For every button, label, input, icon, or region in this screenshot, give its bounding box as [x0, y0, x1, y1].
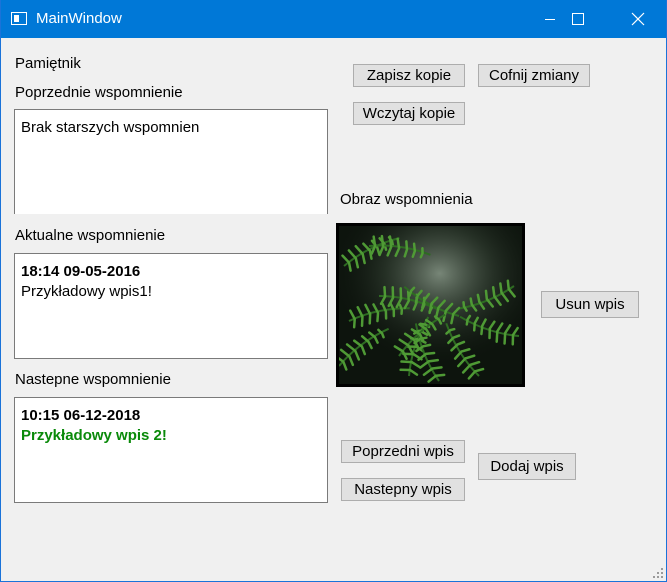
- load-copy-button[interactable]: Wczytaj kopie: [353, 102, 465, 125]
- memory-image: [336, 223, 525, 387]
- previous-memory-textbox[interactable]: Brak starszych wspomnien: [14, 109, 328, 214]
- resize-grip-icon[interactable]: [652, 567, 664, 579]
- current-memory-text: Przykładowy wpis1!: [21, 283, 152, 300]
- previous-entry-button[interactable]: Poprzedni wpis: [341, 440, 465, 463]
- maximize-icon: [572, 13, 584, 25]
- main-window: MainWindow Pamiętnik Poprzednie wspomnie…: [0, 0, 667, 582]
- delete-entry-button[interactable]: Usun wpis: [541, 291, 639, 318]
- window-title: MainWindow: [36, 10, 122, 27]
- close-button[interactable]: [615, 0, 661, 38]
- current-memory-label: Aktualne wspomnienie: [15, 227, 166, 244]
- next-memory-label: Nastepne wspomnienie: [15, 371, 171, 388]
- current-memory-date: 18:14 09-05-2016: [21, 263, 141, 280]
- save-copy-button[interactable]: Zapisz kopie: [353, 64, 465, 87]
- next-memory-date: 10:15 06-12-2018: [21, 407, 141, 424]
- app-name-label: Pamiętnik: [15, 55, 81, 72]
- current-memory-textbox[interactable]: 18:14 09-05-2016 Przykładowy wpis1!: [14, 253, 328, 359]
- next-memory-textbox[interactable]: 10:15 06-12-2018 Przykładowy wpis 2!: [14, 397, 328, 503]
- previous-memory-text: Brak starszych wspomnien: [21, 119, 200, 136]
- undo-changes-button[interactable]: Cofnij zmiany: [478, 64, 590, 87]
- next-memory-text: Przykładowy wpis 2!: [21, 427, 167, 444]
- window-app-icon: [11, 12, 27, 25]
- add-entry-button[interactable]: Dodaj wpis: [478, 453, 576, 480]
- maximize-button[interactable]: [555, 0, 601, 38]
- previous-memory-label: Poprzednie wspomnienie: [15, 84, 183, 101]
- close-icon: [631, 12, 645, 26]
- next-entry-button[interactable]: Nastepny wpis: [341, 478, 465, 501]
- fern-image-icon: [339, 226, 522, 384]
- title-bar[interactable]: MainWindow: [1, 0, 666, 38]
- memory-image-label: Obraz wspomnienia: [340, 191, 473, 208]
